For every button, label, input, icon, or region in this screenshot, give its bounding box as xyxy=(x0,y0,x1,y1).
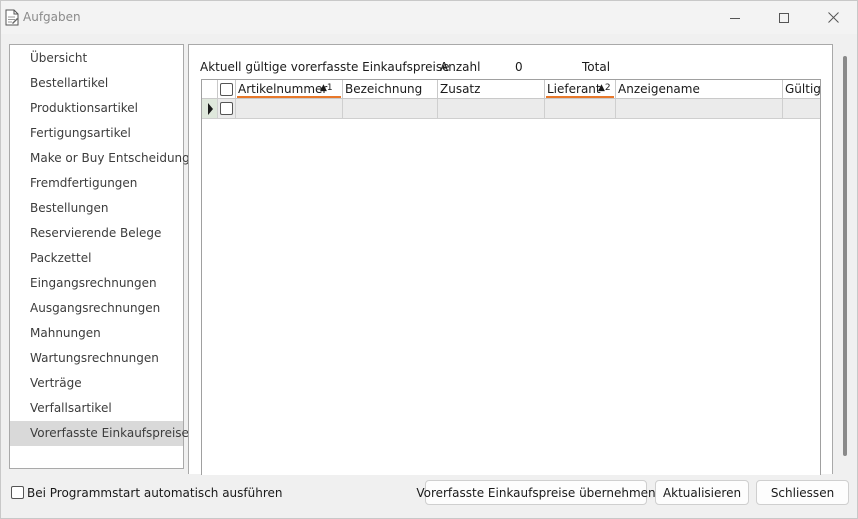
maximize-icon xyxy=(779,12,789,23)
sidebar-item-vorerfasste-einkaufspreise[interactable]: Vorerfasste Einkaufspreise xyxy=(10,421,189,446)
count-value: 0 xyxy=(515,60,523,74)
autorun-label: Bei Programmstart automatisch ausführen xyxy=(27,486,283,500)
apply-prices-button[interactable]: Vorerfasste Einkaufspreise übernehmen xyxy=(416,480,656,505)
minimize-button[interactable] xyxy=(712,1,758,34)
sidebar-item-uebersicht[interactable]: Übersicht xyxy=(10,46,183,71)
select-all-header xyxy=(218,80,236,99)
column-label: Anzeigename xyxy=(618,82,700,96)
column-header-zusatz[interactable]: Zusatz xyxy=(438,80,545,99)
sidebar-item-make-or-buy[interactable]: Make or Buy Entscheidung xyxy=(10,146,190,171)
row-checkbox[interactable] xyxy=(220,102,233,115)
panel-heading: Aktuell gültige vorerfasste Einkaufsprei… xyxy=(200,60,450,74)
sidebar-item-reservierende-belege[interactable]: Reservierende Belege xyxy=(10,221,183,246)
prices-grid: Artikelnummer ▲1 Bezeichnung Zusatz Lief… xyxy=(201,79,821,475)
cell-anzeigename[interactable] xyxy=(616,99,783,119)
main-panel: Aktuell gültige vorerfasste Einkaufsprei… xyxy=(188,44,833,475)
total-label: Total xyxy=(582,60,611,74)
vertical-scrollbar[interactable] xyxy=(843,56,847,456)
sidebar-item-vertraege[interactable]: Verträge xyxy=(10,371,183,396)
refresh-button[interactable]: Aktualisieren xyxy=(655,480,749,505)
row-indicator[interactable] xyxy=(202,99,218,119)
sidebar-item-verfallsartikel[interactable]: Verfallsartikel xyxy=(10,396,183,421)
column-header-anzeigename[interactable]: Anzeigename xyxy=(616,80,783,99)
sort-underline xyxy=(546,96,614,98)
cell-zusatz[interactable] xyxy=(438,99,545,119)
cell-bezeichnung[interactable] xyxy=(343,99,438,119)
sort-ascending-indicator: ▲2 xyxy=(598,83,611,93)
title-bar[interactable]: Aufgaben xyxy=(1,1,857,34)
close-button[interactable] xyxy=(810,1,856,34)
sidebar-item-wartungsrechnungen[interactable]: Wartungsrechnungen xyxy=(10,346,183,371)
column-header-artikelnummer[interactable]: Artikelnummer ▲1 xyxy=(236,80,343,99)
column-label: Zusatz xyxy=(440,82,481,96)
column-header-bezeichnung[interactable]: Bezeichnung xyxy=(343,80,438,99)
app-window: Aufgaben Übersicht Bestellartikel Produk… xyxy=(0,0,858,519)
document-edit-icon xyxy=(5,9,19,26)
sidebar-item-bestellungen[interactable]: Bestellungen xyxy=(10,196,183,221)
cell-gueltig[interactable] xyxy=(783,99,820,119)
close-icon xyxy=(827,12,839,23)
sidebar-item-eingangsrechnungen[interactable]: Eingangsrechnungen xyxy=(10,271,183,296)
sidebar-item-mahnungen[interactable]: Mahnungen xyxy=(10,321,183,346)
sidebar-item-fremdfertigungen[interactable]: Fremdfertigungen xyxy=(10,171,183,196)
sort-underline xyxy=(237,96,341,98)
maximize-button[interactable] xyxy=(761,1,807,34)
column-label: Artikelnummer xyxy=(238,82,328,96)
sidebar-item-packzettel[interactable]: Packzettel xyxy=(10,246,183,271)
autorun-checkbox[interactable] xyxy=(11,486,24,499)
row-select-cell xyxy=(218,99,236,119)
close-dialog-button[interactable]: Schliessen xyxy=(756,480,849,505)
select-all-checkbox[interactable] xyxy=(220,83,233,96)
column-label: Gültig xyxy=(785,82,821,96)
cell-artikelnummer[interactable] xyxy=(236,99,343,119)
task-sidebar: Übersicht Bestellartikel Produktionsarti… xyxy=(9,44,190,469)
column-header-gueltig[interactable]: Gültig xyxy=(783,80,821,99)
row-indicator-header xyxy=(202,80,218,99)
window-title: Aufgaben xyxy=(23,10,81,24)
column-label: Bezeichnung xyxy=(345,82,423,96)
column-label: Lieferant xyxy=(547,82,601,96)
sidebar-item-ausgangsrechnungen[interactable]: Ausgangsrechnungen xyxy=(10,296,183,321)
cell-lieferant[interactable] xyxy=(545,99,616,119)
sort-ascending-indicator: ▲1 xyxy=(320,83,333,93)
sidebar-item-bestellartikel[interactable]: Bestellartikel xyxy=(10,71,183,96)
minimize-icon xyxy=(730,17,740,19)
column-header-lieferant[interactable]: Lieferant ▲2 xyxy=(545,80,616,99)
current-row-arrow-icon xyxy=(208,103,213,115)
count-label: Anzahl xyxy=(440,60,481,74)
sidebar-item-fertigungsartikel[interactable]: Fertigungsartikel xyxy=(10,121,183,146)
sidebar-item-produktionsartikel[interactable]: Produktionsartikel xyxy=(10,96,183,121)
